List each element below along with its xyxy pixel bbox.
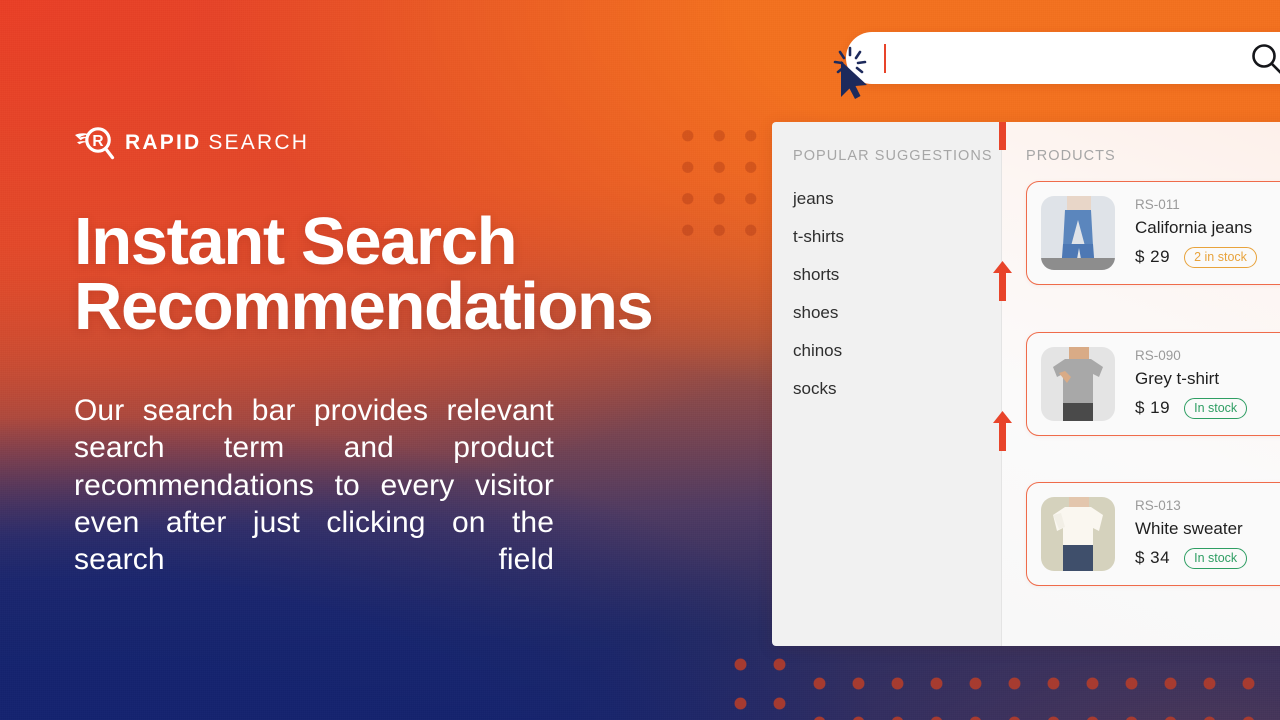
product-thumbnail <box>1041 347 1115 421</box>
brand-name-light: SEARCH <box>208 131 310 154</box>
headline-line-2: Recommendations <box>74 268 654 344</box>
list-item[interactable]: shoes <box>793 304 1002 321</box>
products-title: PRODUCTS <box>1026 148 1116 164</box>
product-name: White sweater <box>1135 518 1243 538</box>
product-sku: RS-013 <box>1135 497 1181 513</box>
product-price-row: $ 19 In stock <box>1135 397 1248 420</box>
list-item[interactable]: socks <box>793 380 1002 397</box>
list-item[interactable]: shorts <box>793 266 1002 283</box>
table-row[interactable]: RS-090 Grey t-shirt $ 19 In stock <box>1026 332 1280 436</box>
click-cursor-icon <box>833 46 867 99</box>
trending-up-arrow-icon <box>993 122 1012 150</box>
product-thumbnail <box>1041 196 1115 270</box>
search-input[interactable] <box>846 32 1280 84</box>
list-item[interactable]: t-shirts <box>793 228 1002 245</box>
page-title: Instant Search Recommendations <box>74 204 774 344</box>
status-badge: In stock <box>1184 547 1248 570</box>
dot-pattern-bottom-left <box>712 636 792 720</box>
list-item[interactable]: chinos <box>793 342 1002 359</box>
svg-text:R: R <box>92 133 103 150</box>
headline-line-1: Instant Search <box>74 204 518 279</box>
status-badge: In stock <box>1184 397 1248 420</box>
product-thumbnail <box>1041 497 1115 571</box>
product-name: Grey t-shirt <box>1135 368 1220 388</box>
trending-up-arrow-icon <box>993 261 1012 301</box>
sweater-photo <box>1041 497 1115 571</box>
product-price-row: $ 29 2 in stock <box>1135 246 1257 269</box>
product-info: RS-011 California jeans $ 29 2 in stock <box>1135 196 1257 269</box>
tshirt-photo <box>1041 347 1115 421</box>
suggestion-list: jeans t-shirts shorts shoes chinos socks <box>793 190 1002 397</box>
list-item[interactable]: jeans <box>793 190 1002 207</box>
hero-description: Our search bar provides relevant search … <box>74 394 554 577</box>
product-info: RS-090 Grey t-shirt $ 19 In stock <box>1135 347 1248 420</box>
product-name: California jeans <box>1135 217 1253 237</box>
product-sku: RS-011 <box>1135 196 1180 212</box>
suggestions-title: POPULAR SUGGESTIONS <box>793 148 993 164</box>
table-row[interactable]: RS-011 California jeans $ 29 2 in stock <box>1026 181 1280 285</box>
status-badge: 2 in stock <box>1184 246 1257 269</box>
search-suggestions-dropdown: POPULAR SUGGESTIONS jeans t-shirts short… <box>772 122 1280 646</box>
product-info: RS-013 White sweater $ 34 In stock <box>1135 497 1248 570</box>
popular-suggestions-panel: POPULAR SUGGESTIONS jeans t-shirts short… <box>772 122 1002 646</box>
dot-pattern-bottom-right <box>790 655 1280 720</box>
product-sku: RS-090 <box>1135 347 1181 363</box>
text-caret <box>884 44 886 73</box>
product-price: $ 29 <box>1135 247 1171 267</box>
brand-wordmark: RAPID SEARCH <box>125 131 309 155</box>
product-price: $ 34 <box>1135 548 1171 568</box>
products-panel: PRODUCTS RS-011 California jeans $ 29 2 … <box>993 122 1280 646</box>
search-icon[interactable] <box>1250 42 1280 76</box>
product-price-row: $ 34 In stock <box>1135 547 1248 570</box>
rapid-search-logo-icon: R <box>75 127 115 160</box>
slide-canvas: R RAPID SEARCH Instant Search Recommenda… <box>0 0 1280 720</box>
brand-logo: R RAPID SEARCH <box>74 124 309 162</box>
brand-name-bold: RAPID <box>125 131 202 154</box>
product-price: $ 19 <box>1135 398 1171 418</box>
trending-up-arrow-icon <box>993 411 1012 451</box>
jeans-photo <box>1041 196 1115 270</box>
table-row[interactable]: RS-013 White sweater $ 34 In stock <box>1026 482 1280 586</box>
